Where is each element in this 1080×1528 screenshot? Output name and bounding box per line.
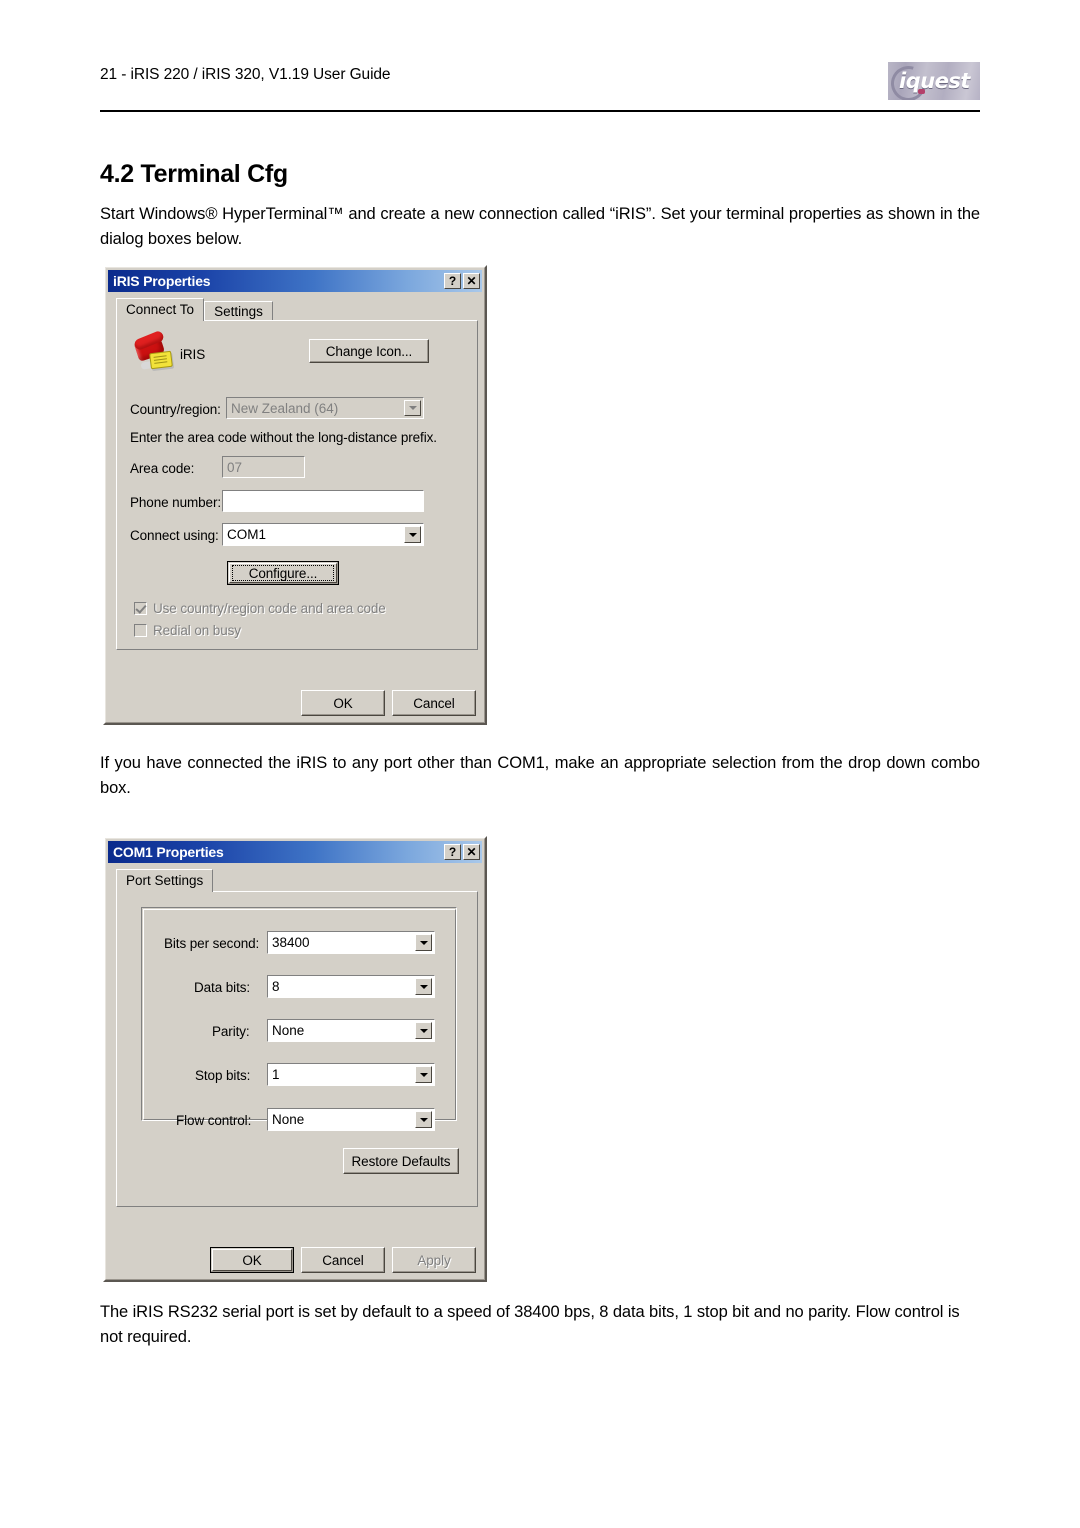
help-icon[interactable]: ? xyxy=(444,273,461,289)
chevron-down-icon[interactable] xyxy=(415,934,432,951)
change-icon-button-label: Change Icon... xyxy=(325,343,413,359)
chevron-down-icon[interactable] xyxy=(415,1066,432,1083)
parity-value: None xyxy=(272,1023,305,1038)
chevron-down-icon[interactable] xyxy=(404,400,421,416)
tab-settings[interactable]: Settings xyxy=(204,301,273,321)
com1-properties-dialog: COM1 Properties ? ✕ Port Settings Bits p… xyxy=(103,836,487,1282)
flow-control-value: None xyxy=(272,1112,305,1127)
use-country-code-label: Use country/region code and area code xyxy=(153,601,386,616)
sticky-note-icon xyxy=(149,350,173,370)
com1-titlebar-button-group: ? ✕ xyxy=(444,844,480,860)
country-region-value: New Zealand (64) xyxy=(231,400,339,416)
connection-name-label: iRIS xyxy=(180,347,206,362)
redial-on-busy-checkbox[interactable]: Redial on busy xyxy=(134,623,241,638)
redial-on-busy-label: Redial on busy xyxy=(153,623,241,638)
close-icon[interactable]: ✕ xyxy=(463,844,480,860)
flow-control-label: Flow control: xyxy=(176,1113,252,1128)
restore-defaults-button-label: Restore Defaults xyxy=(351,1153,451,1169)
country-region-label: Country/region: xyxy=(130,402,221,417)
flow-control-combo[interactable]: None xyxy=(267,1108,435,1131)
stop-bits-label: Stop bits: xyxy=(195,1068,251,1083)
com1-tab-panel: Bits per second: 38400 Data bits: 8 Pari… xyxy=(116,891,478,1207)
change-icon-button[interactable]: Change Icon... xyxy=(309,339,429,363)
iris-ok-button[interactable]: OK xyxy=(301,690,385,716)
bits-per-second-value: 38400 xyxy=(272,935,310,950)
connect-using-value: COM1 xyxy=(227,527,267,542)
running-head: 21 - iRIS 220 / iRIS 320, V1.19 User Gui… xyxy=(100,66,391,83)
phone-number-label: Phone number: xyxy=(130,495,222,510)
iris-dialog-titlebar[interactable]: iRIS Properties ? ✕ xyxy=(108,270,482,292)
logo-dot-icon xyxy=(918,89,925,94)
iris-tabstrip: Connect To Settings xyxy=(116,298,273,321)
close-icon[interactable]: ✕ xyxy=(463,273,480,289)
help-icon[interactable]: ? xyxy=(444,844,461,860)
parity-label: Parity: xyxy=(212,1024,250,1039)
use-country-code-checkbox[interactable]: Use country/region code and area code xyxy=(134,601,386,616)
chevron-down-icon[interactable] xyxy=(415,1111,432,1128)
logo-wordmark: iquest xyxy=(899,69,970,93)
chevron-down-icon[interactable] xyxy=(404,526,421,543)
com1-ok-button-label: OK xyxy=(242,1252,262,1268)
parity-combo[interactable]: None xyxy=(267,1019,435,1042)
com1-cancel-button-label: Cancel xyxy=(322,1252,364,1268)
header-divider xyxy=(100,110,980,112)
telephone-icon xyxy=(133,329,176,371)
stop-bits-value: 1 xyxy=(272,1067,280,1082)
page-title: 4.2 Terminal Cfg xyxy=(100,160,288,188)
iris-ok-button-label: OK xyxy=(333,695,353,711)
data-bits-value: 8 xyxy=(272,979,280,994)
iquest-logo: iquest xyxy=(888,62,980,100)
iris-properties-dialog: iRIS Properties ? ✕ Connect To Settings … xyxy=(103,265,487,725)
configure-button[interactable]: Configure... xyxy=(227,561,339,585)
area-code-value: 07 xyxy=(227,459,243,475)
configure-button-label: Configure... xyxy=(248,565,318,581)
closing-paragraph: The iRIS RS232 serial port is set by def… xyxy=(100,1303,960,1346)
iris-tab-panel: iRIS Change Icon... Country/region: New … xyxy=(116,320,478,650)
bits-per-second-label: Bits per second: xyxy=(164,936,260,951)
country-region-combo[interactable]: New Zealand (64) xyxy=(226,397,424,419)
area-code-hint: Enter the area code without the long-dis… xyxy=(130,430,437,445)
com1-apply-button-label: Apply xyxy=(417,1252,451,1268)
checkbox-unchecked-icon xyxy=(134,624,147,637)
iris-cancel-button[interactable]: Cancel xyxy=(392,690,476,716)
data-bits-label: Data bits: xyxy=(194,980,251,995)
middle-paragraph: If you have connected the iRIS to any po… xyxy=(100,754,980,797)
tab-port-settings[interactable]: Port Settings xyxy=(116,869,214,892)
connect-using-combo[interactable]: COM1 xyxy=(222,523,424,546)
intro-paragraph: Start Windows® HyperTerminal™ and create… xyxy=(100,205,980,248)
com1-ok-button[interactable]: OK xyxy=(210,1247,294,1273)
iris-titlebar-button-group: ? ✕ xyxy=(444,273,480,289)
iris-dialog-title: iRIS Properties xyxy=(113,273,211,289)
restore-defaults-button[interactable]: Restore Defaults xyxy=(343,1148,459,1174)
chevron-down-icon[interactable] xyxy=(415,1022,432,1039)
sticky-note-lines xyxy=(153,355,167,358)
tab-connect-to[interactable]: Connect To xyxy=(116,298,205,321)
phone-number-input[interactable] xyxy=(222,490,424,512)
area-code-input[interactable]: 07 xyxy=(222,456,305,478)
stop-bits-combo[interactable]: 1 xyxy=(267,1063,435,1086)
com1-tabstrip: Port Settings xyxy=(116,869,214,892)
data-bits-combo[interactable]: 8 xyxy=(267,975,435,998)
area-code-label: Area code: xyxy=(130,461,195,476)
com1-apply-button: Apply xyxy=(392,1247,476,1273)
com1-dialog-titlebar[interactable]: COM1 Properties ? ✕ xyxy=(108,841,482,863)
checkbox-checked-icon xyxy=(134,602,147,615)
page-header: 21 - iRIS 220 / iRIS 320, V1.19 User Gui… xyxy=(0,0,1080,118)
bits-per-second-combo[interactable]: 38400 xyxy=(267,931,435,954)
connect-using-label: Connect using: xyxy=(130,528,219,543)
com1-cancel-button[interactable]: Cancel xyxy=(301,1247,385,1273)
com1-dialog-title: COM1 Properties xyxy=(113,844,224,860)
chevron-down-icon[interactable] xyxy=(415,978,432,995)
iris-cancel-button-label: Cancel xyxy=(413,695,455,711)
